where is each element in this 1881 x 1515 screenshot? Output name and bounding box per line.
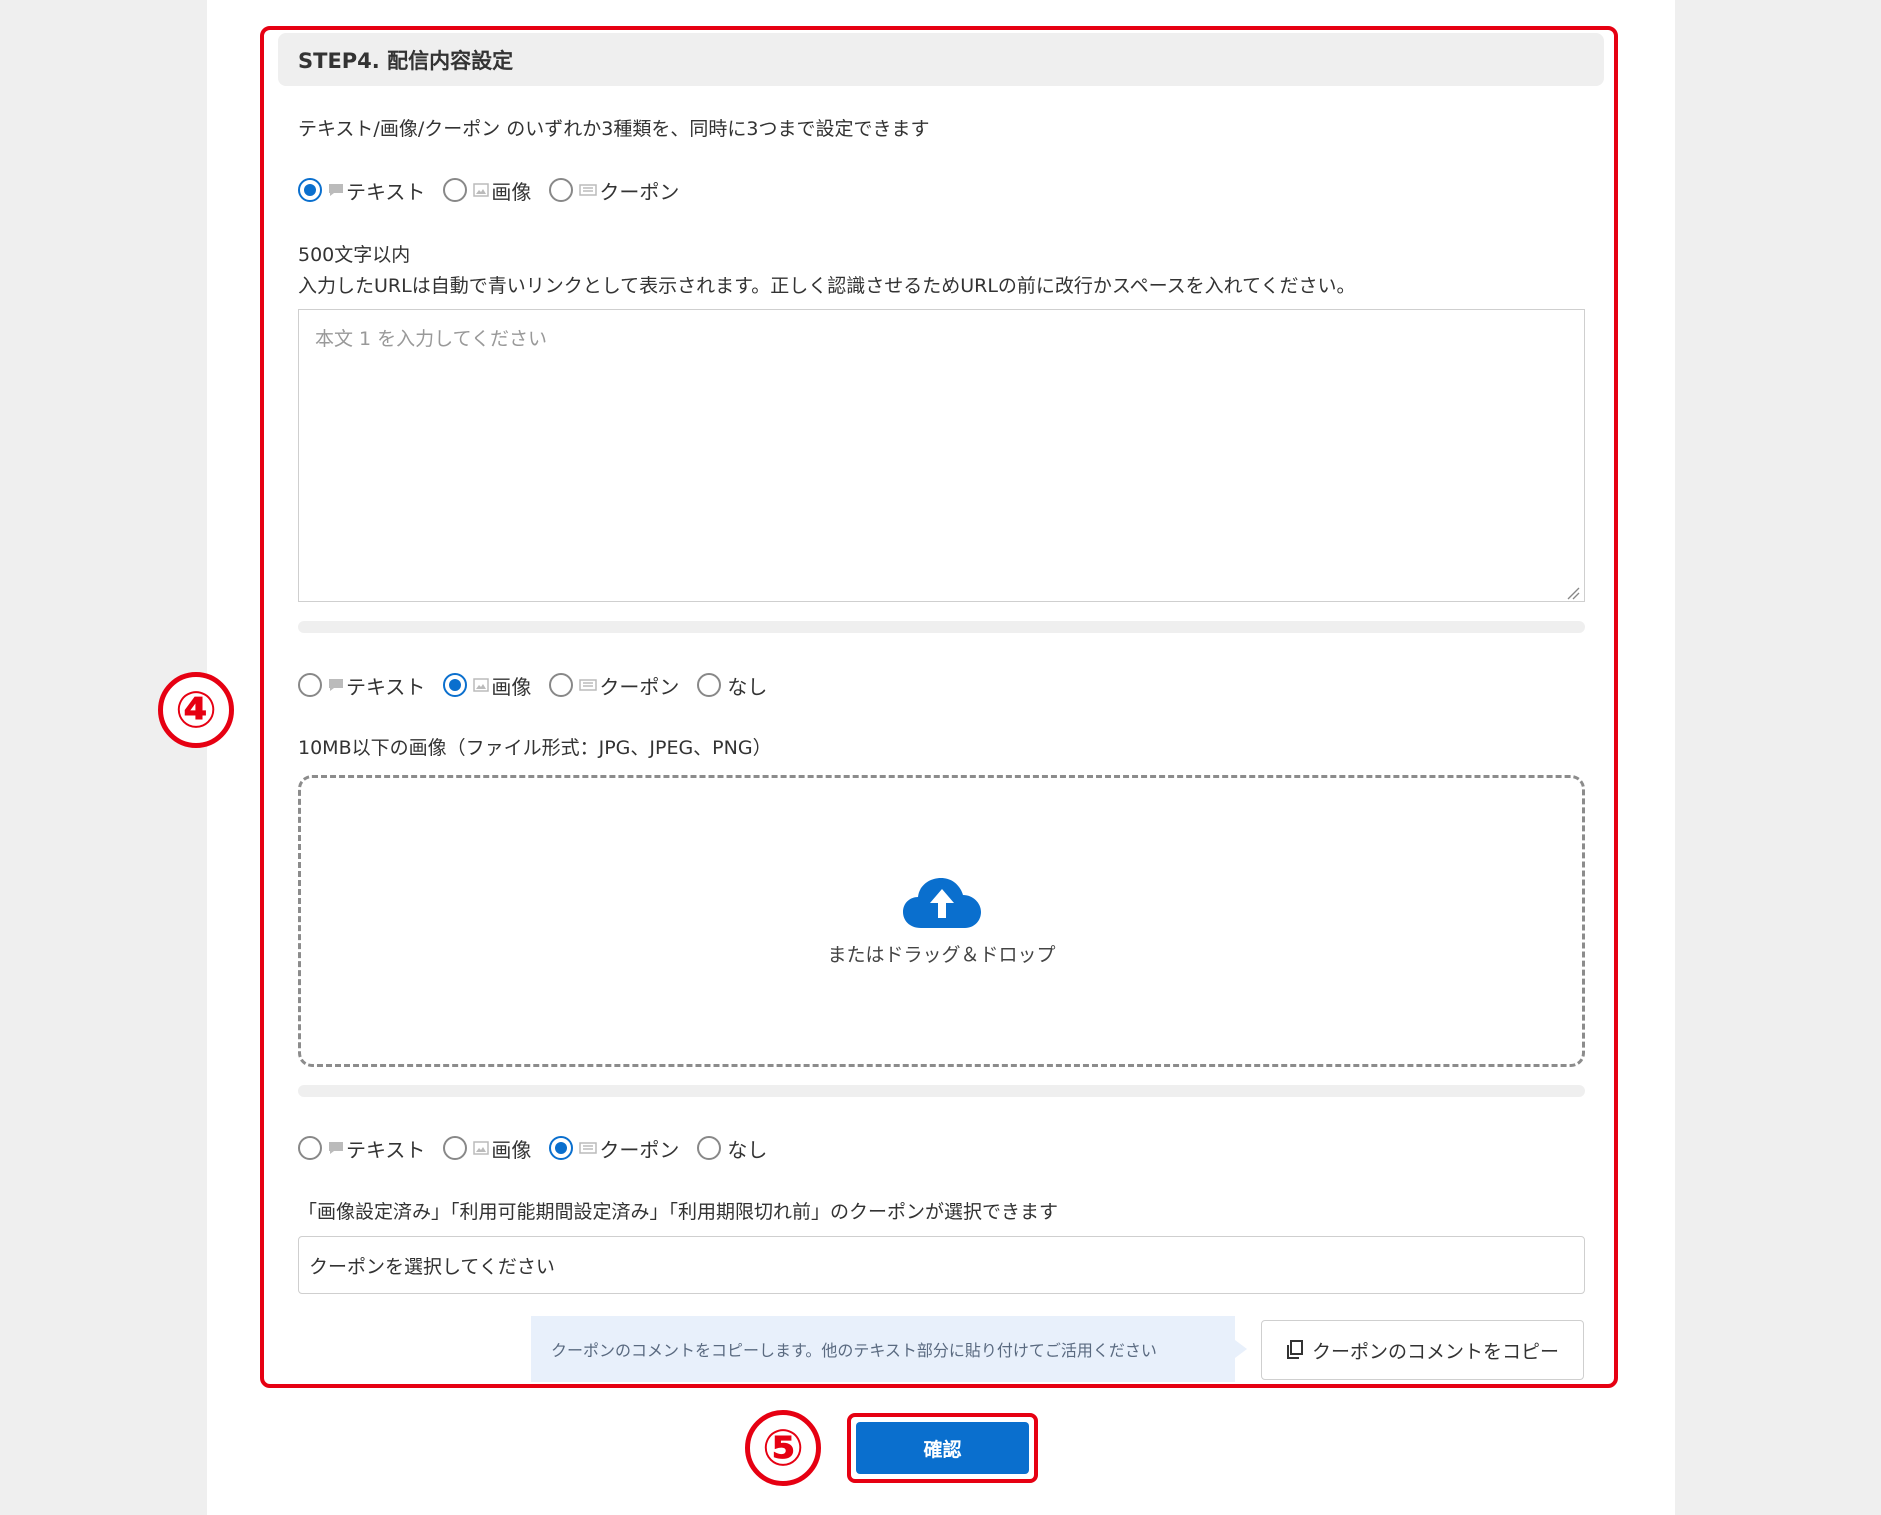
copy-coupon-comment-button[interactable]: クーポンのコメントをコピー <box>1261 1320 1584 1380</box>
block2-image-hint: 10MB以下の画像（ファイル形式：JPG、JPEG、PNG） <box>298 737 772 759</box>
speech-bubble-icon <box>328 677 344 693</box>
annotation-box-step4 <box>260 26 1618 1388</box>
block2-option-text[interactable]: テキスト <box>298 671 425 700</box>
cloud-upload-icon <box>902 876 981 934</box>
block1-type-selector: テキスト 画像 クーポン <box>298 174 697 206</box>
block2-radio-text[interactable] <box>298 673 322 697</box>
image-icon <box>473 183 490 197</box>
block3-radio-coupon[interactable] <box>549 1136 574 1160</box>
block1-option-text-label: テキスト <box>346 179 426 204</box>
block1-option-coupon-label: クーポン <box>599 179 680 204</box>
copy-tooltip: クーポンのコメントをコピーします。他のテキスト部分に貼り付けてご活用ください <box>531 1316 1247 1382</box>
block3-option-text-label: テキスト <box>346 1137 426 1162</box>
block2-radio-coupon[interactable] <box>549 673 574 697</box>
block3-option-coupon[interactable]: クーポン <box>549 1134 679 1163</box>
block3-option-none-label: なし <box>727 1137 768 1162</box>
block-divider-1 <box>298 621 1585 633</box>
speech-bubble-icon <box>328 1140 344 1156</box>
block3-option-text[interactable]: テキスト <box>298 1134 425 1163</box>
block1-option-image[interactable]: 画像 <box>443 176 531 205</box>
block-divider-2 <box>298 1085 1585 1097</box>
dropzone-label: またはドラッグ＆ドロップ <box>827 943 1056 966</box>
block2-option-none[interactable]: なし <box>697 671 767 700</box>
copy-icon <box>1286 1340 1303 1359</box>
ticket-icon <box>579 679 598 691</box>
copy-tooltip-text: クーポンのコメントをコピーします。他のテキスト部分に貼り付けてご活用ください <box>551 1341 1157 1360</box>
block3-option-coupon-label: クーポン <box>599 1137 680 1162</box>
block1-url-hint: 入力したURLは自動で青いリンクとして表示されます。正しく認識させるためURLの… <box>298 275 1356 297</box>
block3-radio-image[interactable] <box>443 1136 468 1160</box>
copy-button-label: クーポンのコメントをコピー <box>1311 1341 1559 1363</box>
block1-radio-image[interactable] <box>443 178 468 202</box>
block1-radio-coupon[interactable] <box>549 178 574 202</box>
block2-option-image-label: 画像 <box>491 674 532 699</box>
block3-coupon-hint: 「画像設定済み」「利用可能期間設定済み」「利用期限切れ前」のクーポンが選択できま… <box>298 1201 1059 1223</box>
block3-type-selector: テキスト 画像 クーポン なし <box>298 1132 785 1164</box>
block3-radio-none[interactable] <box>697 1136 722 1160</box>
ticket-icon <box>579 184 598 196</box>
image-icon <box>473 678 490 692</box>
ticket-icon <box>579 1142 598 1154</box>
speech-bubble-icon <box>328 182 344 198</box>
block1-option-coupon[interactable]: クーポン <box>549 176 679 205</box>
image-dropzone[interactable]: またはドラッグ＆ドロップ <box>298 775 1585 1067</box>
block1-option-image-label: 画像 <box>491 179 532 204</box>
coupon-select[interactable]: クーポンを選択してください <box>298 1236 1585 1294</box>
annotation-marker-4: ④ <box>158 672 234 748</box>
block3-radio-text[interactable] <box>298 1136 322 1160</box>
block2-radio-none[interactable] <box>697 673 722 697</box>
intro-text: テキスト/画像/クーポン のいずれか3種類を、同時に3つまで設定できます <box>298 118 930 140</box>
block1-char-limit: 500文字以内 <box>298 244 411 266</box>
block3-option-image[interactable]: 画像 <box>443 1134 531 1163</box>
coupon-select-value: クーポンを選択してください <box>309 1255 555 1278</box>
block2-option-coupon[interactable]: クーポン <box>549 671 679 700</box>
block2-radio-image[interactable] <box>443 673 468 697</box>
block1-option-text[interactable]: テキスト <box>298 176 425 205</box>
image-icon <box>473 1141 490 1155</box>
confirm-button[interactable]: 確認 <box>856 1422 1029 1474</box>
block2-option-text-label: テキスト <box>346 674 426 699</box>
block2-option-none-label: なし <box>727 674 768 699</box>
block1-radio-text[interactable] <box>298 178 322 202</box>
block2-option-image[interactable]: 画像 <box>443 671 531 700</box>
block3-option-image-label: 画像 <box>491 1137 532 1162</box>
block2-option-coupon-label: クーポン <box>599 674 680 699</box>
step-header: STEP4. 配信内容設定 <box>278 33 1604 86</box>
resize-handle-icon[interactable] <box>1566 585 1580 604</box>
block2-type-selector: テキスト 画像 クーポン なし <box>298 669 785 701</box>
body-text-input[interactable] <box>298 309 1585 602</box>
annotation-marker-5: ⑤ <box>745 1410 821 1486</box>
step-title: STEP4. 配信内容設定 <box>298 48 514 73</box>
block3-option-none[interactable]: なし <box>697 1134 767 1163</box>
